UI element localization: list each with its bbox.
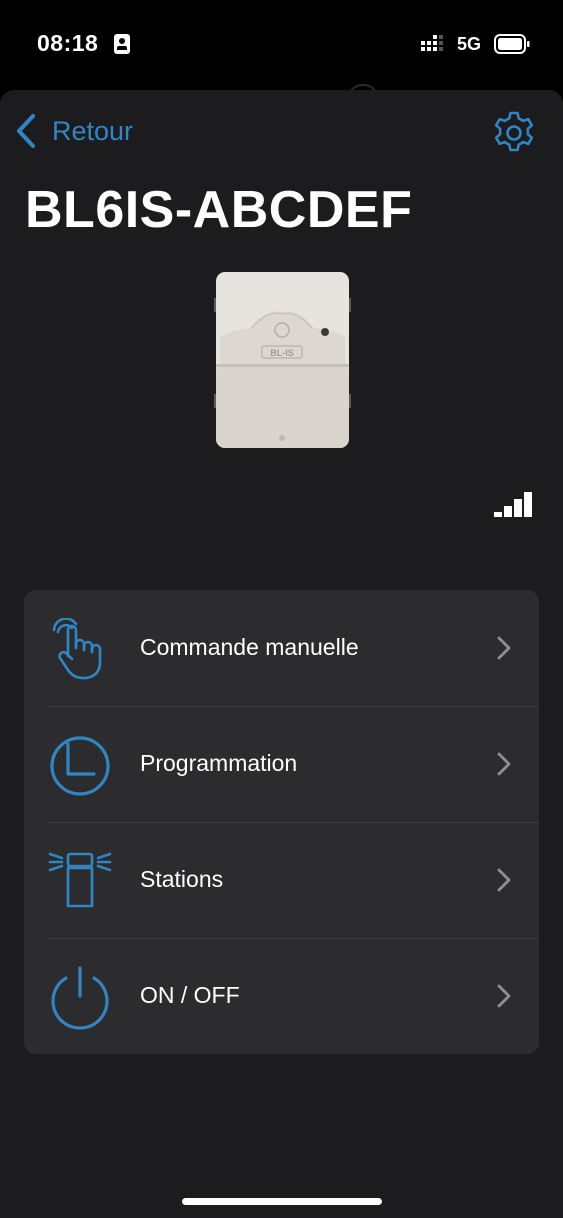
menu-item-label: Commande manuelle xyxy=(140,634,359,660)
network-type: 5G xyxy=(457,34,482,54)
hand-tap-icon xyxy=(52,618,102,680)
device-model-label: BL-IS xyxy=(270,348,294,358)
menu-item-label: Stations xyxy=(140,866,224,892)
chevron-right-icon xyxy=(497,868,511,892)
chevron-right-icon xyxy=(497,636,511,660)
menu-item-stations[interactable]: Stations xyxy=(24,822,539,938)
menu-item-manual-command[interactable]: Commande manuelle xyxy=(24,590,539,706)
signal-strength-icon xyxy=(494,492,532,517)
menu-card: Commande manuelle Programmation Stations… xyxy=(24,590,539,1054)
cellular-signal-icon xyxy=(421,35,443,51)
chevron-left-icon xyxy=(17,114,35,148)
menu-item-programming[interactable]: Programmation xyxy=(24,706,539,822)
menu-item-label: ON / OFF xyxy=(140,982,240,1008)
contact-card-icon xyxy=(114,34,130,54)
station-valve-icon xyxy=(48,852,112,908)
battery-icon xyxy=(494,34,530,54)
status-time: 08:18 xyxy=(37,30,99,56)
controller-device-image: BL-IS xyxy=(214,272,351,448)
clock-icon xyxy=(50,736,110,796)
gear-icon[interactable] xyxy=(491,110,537,156)
home-indicator[interactable] xyxy=(182,1198,382,1205)
chevron-right-icon xyxy=(497,752,511,776)
back-label: Retour xyxy=(52,115,134,146)
menu-item-label: Programmation xyxy=(140,750,298,776)
menu-item-on-off[interactable]: ON / OFF xyxy=(24,938,539,1054)
device-name: BL6IS-ABCDEF xyxy=(25,181,413,239)
chevron-right-icon xyxy=(497,984,511,1008)
back-button[interactable]: Retour xyxy=(14,111,133,151)
power-icon xyxy=(51,966,109,1030)
status-bar: 08:18 5G xyxy=(0,0,563,90)
